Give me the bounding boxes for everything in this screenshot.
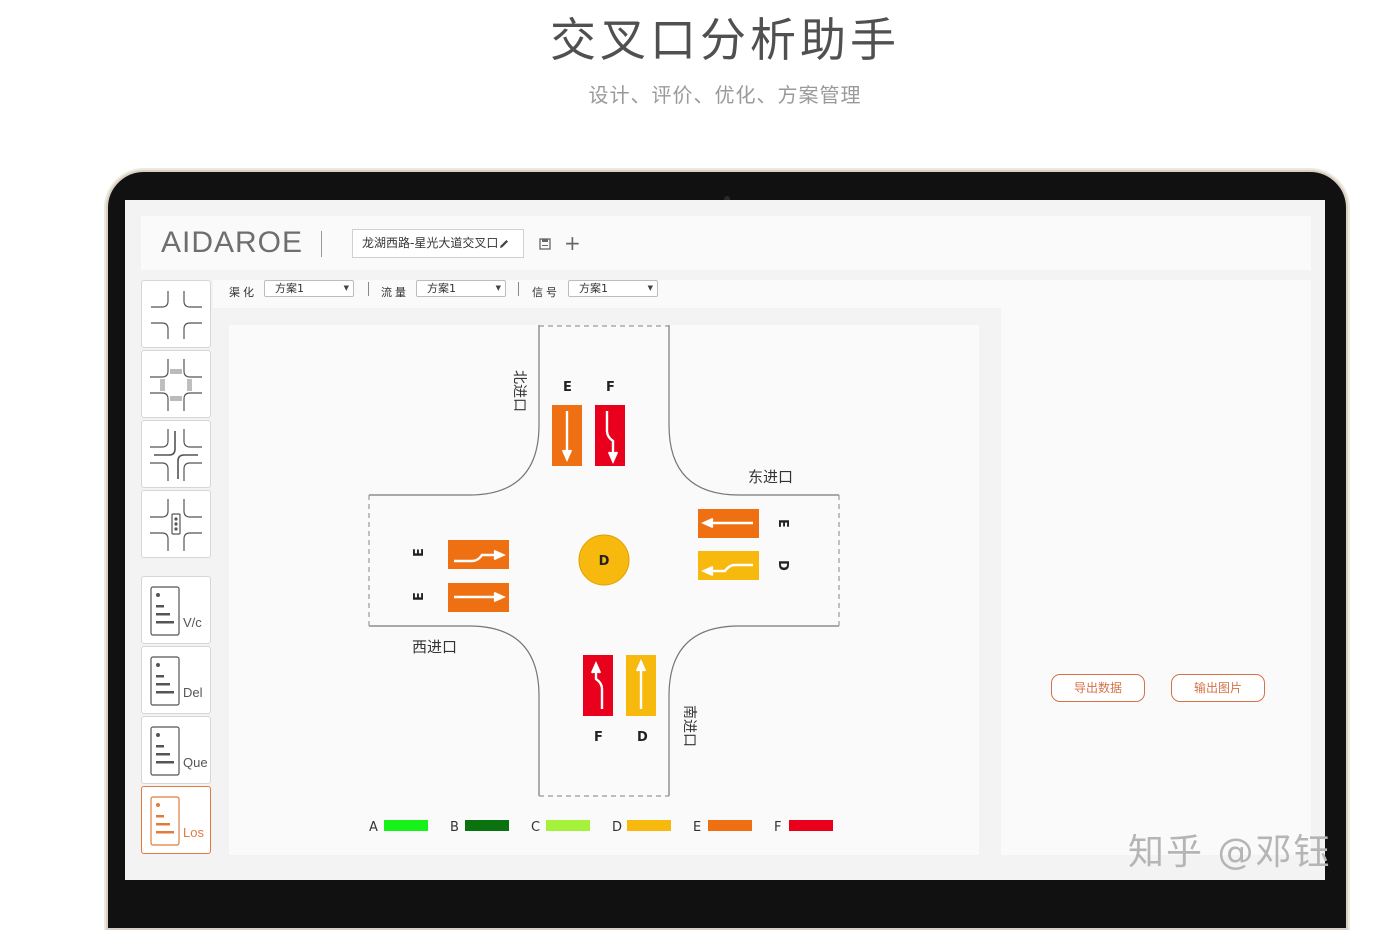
chevron-down-icon: ▼ (495, 284, 501, 292)
tool-crosswalk-button[interactable] (141, 350, 211, 418)
export-data-button[interactable]: 导出数据 (1051, 674, 1145, 702)
los-chart-icon (150, 796, 180, 846)
tool-intersection-button[interactable] (141, 280, 211, 348)
tool-signal-button[interactable] (141, 490, 211, 558)
south-approach-label: 南进口 (681, 705, 697, 747)
chevron-down-icon: ▼ (343, 284, 349, 292)
south-lane-1-bar[interactable] (583, 655, 613, 716)
legend-label-c: C (531, 820, 540, 835)
eval-los-button[interactable]: Los (141, 786, 211, 854)
south-lane-2-los: D (637, 730, 648, 745)
east-lane-2-los: D (775, 560, 790, 571)
signal-label: 信号 (532, 286, 560, 299)
watermark: 知乎 @邓钰 (1128, 832, 1332, 873)
volume-label: 流量 (381, 286, 409, 299)
eval-vc-button[interactable]: V/c (141, 576, 211, 644)
right-panel: 导出数据 输出图片 (1001, 308, 1311, 855)
pencil-icon[interactable] (498, 238, 510, 250)
los-legend: A B C D E F (369, 820, 833, 835)
legend-label-f: F (774, 820, 781, 835)
volume-select[interactable]: 方案1 ▼ (416, 280, 506, 297)
eval-queue-label: Que (183, 755, 208, 770)
channelization-select[interactable]: 方案1 ▼ (264, 280, 354, 297)
signal-select[interactable]: 方案1 ▼ (568, 280, 658, 297)
chevron-down-icon: ▼ (647, 284, 653, 292)
eval-delay-button[interactable]: Del (141, 646, 211, 714)
legend-label-e: E (693, 820, 701, 835)
eval-vc-label: V/c (183, 615, 202, 630)
east-approach-label: 东进口 (748, 468, 793, 486)
intersection-diagram: 北进口 东进口 西进口 南进口 E F E D E E F D D A B C … (368, 325, 840, 835)
tool-turn-flows-button[interactable] (141, 420, 211, 488)
save-icon[interactable] (538, 237, 552, 251)
project-name-text: 龙湖西路-星光大道交叉口 (362, 236, 499, 250)
app-screen: AIDAROE 龙湖西路-星光大道交叉口 + V/c Del Que Los 渠… (125, 200, 1325, 880)
south-lane-1-los: F (594, 730, 603, 745)
legend-label-b: B (450, 820, 459, 835)
legend-swatch-d (627, 820, 671, 831)
east-lane-1-los: E (775, 519, 790, 528)
north-lane-1-los: E (563, 380, 572, 395)
turn-flows-icon (150, 429, 202, 481)
signal-value: 方案1 (579, 282, 608, 295)
intersection-icon (151, 291, 202, 339)
logo-divider (321, 231, 322, 257)
export-image-button[interactable]: 输出图片 (1171, 674, 1265, 702)
scheme-bar (213, 280, 1311, 308)
add-icon[interactable]: + (564, 231, 581, 255)
channelization-value: 方案1 (275, 282, 304, 295)
app-logo: AIDAROE (161, 226, 304, 259)
eval-los-label: Los (183, 825, 204, 840)
queue-chart-icon (150, 726, 180, 776)
volume-value: 方案1 (427, 282, 456, 295)
page-title: 交叉口分析助手 (550, 13, 900, 67)
top-bar: AIDAROE 龙湖西路-星光大道交叉口 + (141, 216, 1311, 270)
legend-label-d: D (612, 820, 622, 835)
legend-swatch-b (465, 820, 509, 831)
legend-swatch-c (546, 820, 590, 831)
delay-chart-icon (150, 656, 180, 706)
page-subtitle: 设计、评价、优化、方案管理 (588, 83, 862, 107)
intersection-canvas[interactable]: 北进口 东进口 西进口 南进口 E F E D E E F D D A B C … (229, 325, 979, 855)
legend-label-a: A (369, 820, 378, 835)
north-lane-2-los: F (606, 380, 615, 395)
crosswalk-icon (150, 359, 202, 411)
west-lane-1-los: E (412, 548, 427, 557)
center-los-label: D (599, 554, 610, 569)
legend-swatch-f (789, 820, 833, 831)
north-approach-label: 北进口 (511, 370, 527, 412)
west-lane-2-los: E (412, 592, 427, 601)
bar-divider (368, 282, 369, 296)
channelization-label: 渠化 (229, 286, 257, 299)
bar-divider (518, 282, 519, 296)
legend-swatch-e (708, 820, 752, 831)
eval-queue-button[interactable]: Que (141, 716, 211, 784)
legend-swatch-a (384, 820, 428, 831)
vc-chart-icon (150, 586, 180, 636)
west-approach-label: 西进口 (412, 638, 457, 656)
eval-delay-label: Del (183, 685, 203, 700)
traffic-signal-icon (150, 499, 202, 551)
